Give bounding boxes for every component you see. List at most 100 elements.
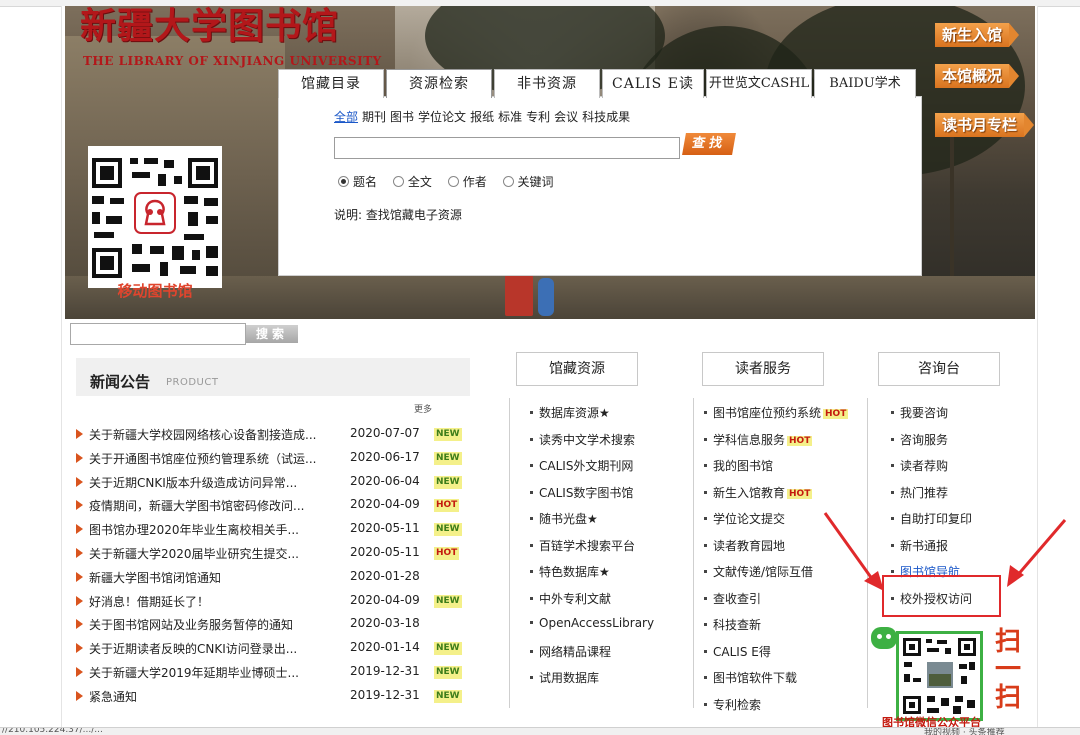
find-button[interactable]: 查找	[682, 133, 736, 155]
resources-item-label: 试用数据库	[539, 671, 600, 685]
resources-item[interactable]: CALIS外文期刊网	[530, 457, 633, 474]
news-badge: HOT	[434, 499, 460, 513]
tab-catalog[interactable]: 馆藏目录	[278, 69, 384, 98]
bullet-arrow-icon	[76, 452, 83, 463]
news-item-title[interactable]: 关于图书馆网站及业务服务暂停的通知	[89, 616, 293, 633]
consult-item[interactable]: 咨询服务	[891, 431, 948, 448]
news-item-title[interactable]: 疫情期间，新疆大学图书馆密码修改问...	[89, 497, 304, 514]
banner-statue-blue	[538, 278, 554, 316]
category-thesis[interactable]: 学位论文	[418, 110, 466, 124]
resources-item[interactable]: 网络精品课程	[530, 643, 611, 660]
tab-cashl[interactable]: 开世览文CASHL	[706, 69, 812, 98]
resources-header[interactable]: 馆藏资源	[516, 352, 638, 386]
category-conference[interactable]: 会议	[554, 110, 578, 124]
news-item-title[interactable]: 关于新疆大学2019年延期毕业博硕士...	[89, 664, 299, 681]
resources-item[interactable]: 随书光盘★	[530, 510, 598, 527]
services-item[interactable]: 图书馆座位预约系统 HOT	[704, 404, 849, 421]
consult-item[interactable]: 读者荐购	[891, 457, 948, 474]
news-item-title[interactable]: 关于新疆大学校园网络核心设备割接造成...	[89, 426, 316, 443]
site-search-button[interactable]: 搜索	[246, 325, 298, 343]
services-item[interactable]: 学科信息服务 HOT	[704, 431, 813, 448]
radio-dot-icon	[502, 176, 514, 187]
consult-item[interactable]: 热门推荐	[891, 484, 948, 501]
category-standard[interactable]: 标准	[498, 110, 522, 124]
bullet-arrow-icon	[76, 619, 83, 630]
news-item-title[interactable]: 图书馆办理2020年毕业生离校相关手...	[89, 521, 299, 538]
services-item-label: 图书馆座位预约系统	[713, 406, 822, 420]
services-item[interactable]: CALIS E得	[704, 643, 771, 660]
news-item[interactable]: 关于图书馆网站及业务服务暂停的通知 2020-03-18	[76, 615, 476, 635]
category-journal[interactable]: 期刊	[362, 110, 386, 124]
resources-item[interactable]: 中外专利文献	[530, 590, 611, 607]
resources-item[interactable]: 特色数据库★	[530, 563, 610, 580]
category-achievement[interactable]: 科技成果	[582, 110, 630, 124]
services-item[interactable]: 图书馆软件下载	[704, 669, 797, 686]
tab-resource-search[interactable]: 资源检索	[386, 69, 492, 98]
news-item[interactable]: 关于新疆大学2020届毕业研究生提交... 2020-05-11 HOT	[76, 544, 476, 564]
news-item[interactable]: 关于新疆大学校园网络核心设备割接造成... 2020-07-07 NEW	[76, 425, 476, 445]
radio-fulltext-label: 全文	[407, 175, 432, 189]
services-item[interactable]: 我的图书馆	[704, 457, 773, 474]
services-item[interactable]: 查收查引	[704, 590, 761, 607]
freshman-entry-button[interactable]: 新生入馆	[935, 23, 1020, 47]
news-item[interactable]: 好消息！借期延长了！ 2020-04-09 NEW	[76, 592, 476, 612]
services-header[interactable]: 读者服务	[702, 352, 824, 386]
news-item[interactable]: 关于开通图书馆座位预约管理系统（试运... 2020-06-17 NEW	[76, 449, 476, 469]
services-item[interactable]: 文献传递/馆际互借	[704, 563, 813, 580]
services-item[interactable]: 新生入馆教育 HOT	[704, 484, 813, 501]
site-search-input[interactable]	[70, 323, 246, 345]
services-item[interactable]: 读者教育园地	[704, 537, 785, 554]
library-subtitle: THE LIBRARY OF XINJIANG UNIVERSITY	[83, 54, 382, 68]
news-item-title[interactable]: 关于近期CNKI版本升级造成访问异常...	[89, 474, 297, 491]
category-newspaper[interactable]: 报纸	[470, 110, 494, 124]
left-arrow-icon	[823, 512, 877, 584]
library-title: 新疆大学图书馆	[80, 5, 340, 47]
news-item-title[interactable]: 关于新疆大学2020届毕业研究生提交...	[89, 545, 299, 562]
radio-keyword[interactable]: 关键词	[502, 173, 554, 190]
news-item[interactable]: 关于近期CNKI版本升级造成访问异常... 2020-06-04 NEW	[76, 473, 476, 493]
resources-item-label: 数据库资源★	[539, 406, 610, 420]
resources-item-label: 中外专利文献	[539, 591, 612, 606]
resources-item[interactable]: OpenAccessLibrary	[530, 616, 654, 630]
news-item[interactable]: 关于近期读者反映的CNKI访问登录出... 2020-01-14 NEW	[76, 639, 476, 659]
resources-item[interactable]: 百链学术搜索平台	[530, 537, 635, 554]
news-item-title[interactable]: 紧急通知	[89, 688, 137, 705]
radio-title[interactable]: 题名	[338, 173, 377, 190]
news-more-link[interactable]: 更多	[414, 402, 432, 415]
tab-calis-eread[interactable]: CALIS E读	[602, 69, 704, 98]
radio-fulltext[interactable]: 全文	[392, 173, 432, 190]
consult-item[interactable]: 我要咨询	[891, 404, 948, 421]
category-book[interactable]: 图书	[390, 110, 414, 124]
radio-author[interactable]: 作者	[447, 173, 487, 190]
news-item-title[interactable]: 关于开通图书馆座位预约管理系统（试运...	[89, 450, 316, 467]
consult-header[interactable]: 咨询台	[878, 352, 1000, 386]
library-overview-button[interactable]: 本馆概况	[935, 64, 1020, 88]
bullet-arrow-icon	[76, 595, 83, 606]
news-badge: NEW	[434, 666, 462, 679]
resources-item-label: 特色数据库★	[539, 565, 610, 579]
news-item[interactable]: 疫情期间，新疆大学图书馆密码修改问... 2020-04-09 HOT	[76, 496, 476, 516]
resources-item[interactable]: 读秀中文学术搜索	[530, 431, 635, 448]
resources-item[interactable]: 试用数据库	[530, 669, 599, 686]
category-patent[interactable]: 专利	[526, 110, 550, 124]
resource-search-input[interactable]	[334, 137, 680, 159]
tab-baidu-scholar[interactable]: BAIDU学术	[814, 69, 916, 98]
news-item-title[interactable]: 新疆大学图书馆闭馆通知	[89, 569, 221, 586]
reading-month-button[interactable]: 读书月专栏	[935, 113, 1035, 137]
resources-item[interactable]: 数据库资源★	[530, 404, 610, 421]
bullet-arrow-icon	[76, 643, 83, 654]
news-item[interactable]: 图书馆办理2020年毕业生离校相关手... 2020-05-11 NEW	[76, 520, 476, 540]
resources-item[interactable]: CALIS数字图书馆	[530, 484, 633, 501]
tab-non-book[interactable]: 非书资源	[494, 69, 600, 98]
news-item[interactable]: 关于新疆大学2019年延期毕业博硕士... 2019-12-31 NEW	[76, 663, 476, 683]
news-item[interactable]: 紧急通知 2019-12-31 NEW	[76, 687, 476, 707]
bullet-arrow-icon	[76, 500, 83, 511]
bullet-icon	[891, 464, 894, 467]
services-item[interactable]: 学位论文提交	[704, 510, 785, 527]
news-item[interactable]: 新疆大学图书馆闭馆通知 2020-01-28	[76, 568, 476, 588]
services-item[interactable]: 科技查新	[704, 616, 761, 633]
news-item-title[interactable]: 关于近期读者反映的CNKI访问登录出...	[89, 640, 297, 657]
news-item-title[interactable]: 好消息！借期延长了！	[89, 593, 209, 610]
services-item[interactable]: 专利检索	[704, 696, 761, 713]
category-all[interactable]: 全部	[334, 110, 358, 124]
